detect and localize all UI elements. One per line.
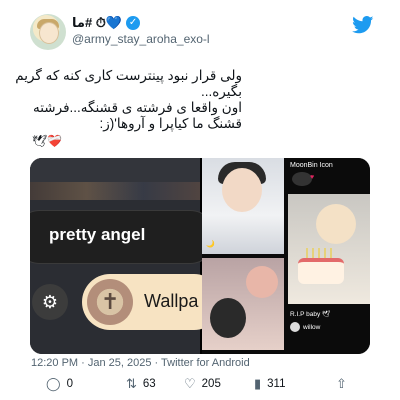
retweet-button[interactable]: ⇅ 63 (126, 376, 156, 392)
moonbin-label: MoonBin Icon (290, 162, 333, 169)
image-top-bar (30, 158, 200, 182)
retweet-count: 63 (142, 378, 156, 390)
display-name[interactable]: ما# ⏱💙 (72, 15, 122, 31)
reply-count: 0 (66, 378, 73, 390)
media-image-right[interactable]: 🌙 MoonBin Icon ♥ R.I.P baby 🕊 willow (202, 158, 370, 354)
like-count: 205 (201, 378, 221, 390)
reply-icon: ◯ (46, 376, 61, 391)
image-thumbnail-strip (30, 182, 200, 200)
willow-label: willow (303, 323, 321, 331)
cross-icon (87, 279, 133, 325)
action-bar: ◯ 0 ⇅ 63 ♡ 205 ▮ 311 ⇧ (30, 376, 370, 392)
tweet-meta[interactable]: 12:20 PM · Jan 25, 2025 · Twitter for An… (31, 357, 250, 369)
profile-dot-icon (292, 172, 312, 186)
verified-badge-icon: ✓ (126, 16, 141, 30)
avatar[interactable] (30, 14, 66, 50)
willow-avatar-icon (290, 322, 300, 332)
user-handle[interactable]: @army_stay_aroha_exo-l (72, 32, 210, 46)
tweet-line-2: بگیره... (200, 84, 242, 99)
share-icon: ⇧ (336, 376, 347, 391)
media-image-left[interactable]: pretty angel ⚙ Wallpa (30, 158, 222, 354)
wallpaper-chip: Wallpa (82, 274, 222, 330)
search-pill: pretty angel (30, 210, 216, 264)
heart-icon: ♥ (310, 174, 315, 181)
display-name-row[interactable]: ما# ⏱💙 ✓ (72, 15, 141, 31)
tweet-line-3: اون واقعا ی فرشته ی قشنگه...فرشته (33, 100, 242, 115)
share-button[interactable]: ⇧ (336, 376, 347, 392)
search-pill-label: pretty angel (49, 225, 146, 244)
avatar-face (39, 22, 59, 44)
bar-chart-icon: ▮ (254, 376, 262, 391)
wallpaper-chip-label: Wallpa (144, 291, 199, 311)
willow-row: willow (290, 320, 364, 334)
cake-icon (298, 248, 344, 284)
photo-portrait-2 (202, 258, 284, 350)
heart-outline-icon: ♡ (184, 376, 196, 391)
emoji-moon-icon: 🌙 (206, 241, 215, 248)
rip-label: R.I.P baby 🕊 (290, 311, 331, 318)
media-attachment[interactable]: pretty angel ⚙ Wallpa 🌙 MoonBin Icon ♥ R… (30, 158, 370, 354)
tweet-emojis: 🕊❤‍🩹 (32, 134, 63, 148)
retweet-icon: ⇅ (126, 376, 137, 391)
reply-button[interactable]: ◯ 0 (46, 376, 73, 392)
tweet-line-1: ولی قرار نبود پینترست کاری کنه که گریم (15, 68, 242, 83)
like-button[interactable]: ♡ 205 (184, 376, 221, 392)
tweet-line-4: قشنگ ما کیاپرا و آروها'(ز: (99, 116, 242, 131)
views-count: 311 (267, 378, 286, 390)
twitter-bird-icon (352, 16, 374, 34)
photo-birthday-cake (288, 194, 370, 304)
filter-sliders-icon: ⚙ (32, 284, 68, 320)
tweet-text: ولی قرار نبود پینترست کاری کنه که گریم ب… (12, 68, 242, 132)
views-button[interactable]: ▮ 311 (254, 376, 286, 392)
